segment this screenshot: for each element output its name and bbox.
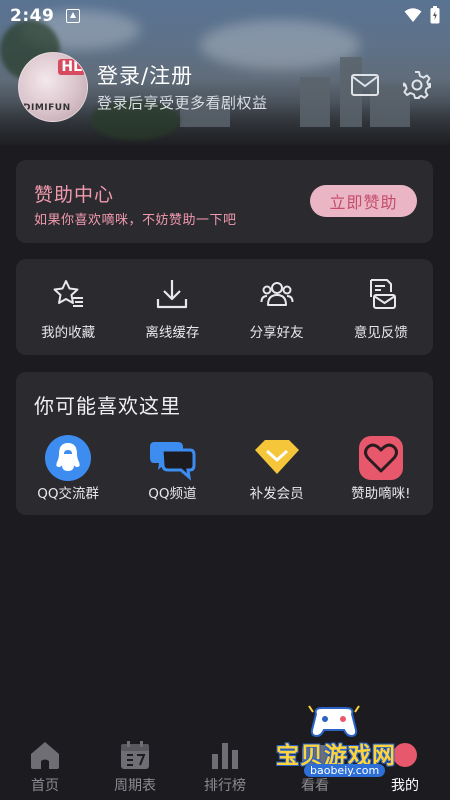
nav-ranking[interactable]: 排行榜 (180, 730, 270, 800)
notification-icon (66, 9, 81, 23)
reissue-membership-button[interactable]: 补发会员 (225, 372, 329, 515)
site-watermark: 宝贝游戏网 baobeiy.com (274, 700, 434, 785)
calendar-icon (121, 741, 149, 769)
qq-group-label: QQ交流群 (37, 486, 99, 502)
favorites-star-icon (53, 280, 84, 307)
offline-cache-label: 离线缓存 (145, 325, 200, 341)
recommend-card: 你可能喜欢这里 QQ交流群 QQ频道 补发会员 赞助嘀咪! (16, 372, 433, 515)
favorites-label: 我的收藏 (41, 325, 96, 341)
settings-icon[interactable] (402, 70, 432, 100)
sponsor-subtitle: 如果你喜欢嘀咪，不妨赞助一下吧 (34, 213, 237, 228)
header-building (300, 77, 330, 127)
feedback-icon (369, 279, 396, 309)
feedback-label: 意见反馈 (353, 325, 408, 341)
offline-cache-button[interactable]: 离线缓存 (120, 259, 224, 355)
nav-calendar-label: 周期表 (114, 778, 156, 794)
sponsor-card: 赞助中心 如果你喜欢嘀咪，不妨赞助一下吧 立即赞助 (16, 160, 433, 243)
login-register-link[interactable]: 登录/注册 (97, 60, 193, 90)
feedback-button[interactable]: 意见反馈 (329, 259, 433, 355)
gamepad-logo-icon (308, 705, 360, 738)
sponsor-now-button[interactable]: 立即赞助 (310, 185, 417, 217)
watermark-url: baobeiy.com (304, 764, 386, 777)
reissue-membership-label: 补发会员 (249, 486, 304, 502)
heart-icon (358, 436, 403, 480)
nav-calendar[interactable]: 周期表 (90, 730, 180, 800)
avatar-brand: DIMIFUN (23, 103, 71, 113)
qq-channel-button[interactable]: QQ频道 (120, 372, 224, 515)
nav-home-label: 首页 (31, 778, 59, 794)
nav-ranking-label: 排行榜 (204, 778, 246, 794)
download-icon (157, 280, 188, 309)
sponsor-dimi-label: 赞助嘀咪! (351, 486, 411, 502)
share-friends-button[interactable]: 分享好友 (225, 259, 329, 355)
status-bar: 2:49 (0, 0, 450, 32)
favorites-button[interactable]: 我的收藏 (16, 259, 120, 355)
sponsor-title: 赞助中心 (34, 184, 115, 206)
nav-home[interactable]: 首页 (0, 730, 90, 800)
share-friends-icon (260, 282, 294, 306)
qq-channel-icon (150, 442, 196, 481)
sponsor-dimi-button[interactable]: 赞助嘀咪! (329, 372, 433, 515)
avatar[interactable]: HL DIMIFUN (18, 52, 88, 122)
wifi-icon (404, 8, 422, 22)
status-time: 2:49 (10, 6, 55, 26)
qq-icon (45, 435, 92, 481)
login-subtitle: 登录后享受更多看剧权益 (97, 94, 268, 112)
mail-icon[interactable] (350, 72, 380, 98)
diamond-icon (254, 440, 299, 474)
battery-icon (430, 6, 440, 24)
ranking-icon (212, 743, 238, 769)
status-right (404, 6, 440, 24)
home-icon (31, 742, 59, 769)
qq-group-button[interactable]: QQ交流群 (16, 372, 120, 515)
qq-channel-label: QQ频道 (148, 486, 197, 502)
quick-actions-card: 我的收藏 离线缓存 分享好友 意见反馈 (16, 259, 433, 355)
share-friends-label: 分享好友 (249, 325, 304, 341)
avatar-tag: HL (58, 59, 85, 75)
